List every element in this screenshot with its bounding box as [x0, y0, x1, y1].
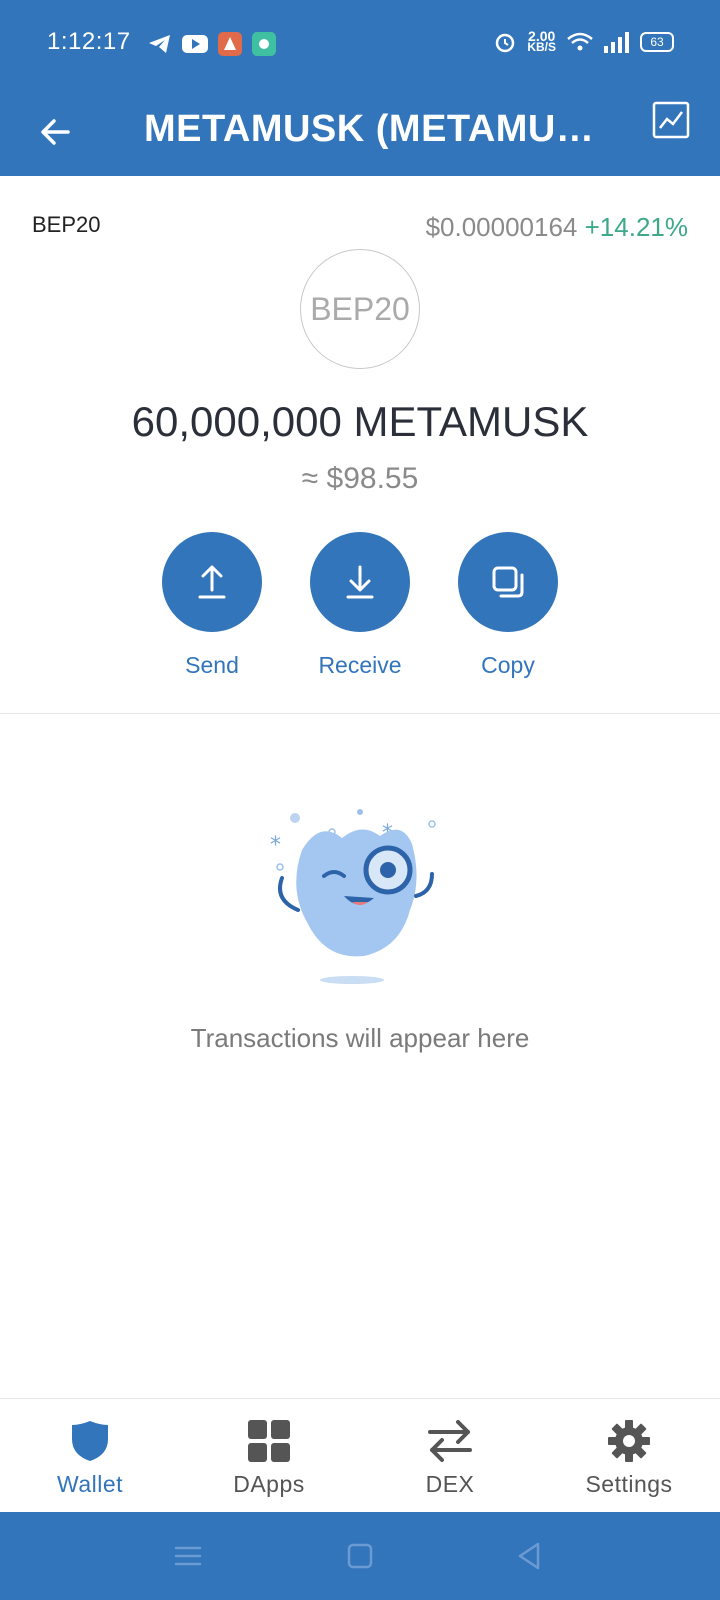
- empty-state-mascot-icon: * *: [270, 809, 436, 984]
- network-label: BEP20: [32, 212, 101, 237]
- tab-dex[interactable]: DEX: [380, 1417, 520, 1498]
- tab-dex-label: DEX: [425, 1471, 475, 1497]
- notification-icons: [148, 32, 276, 56]
- divider: [0, 713, 720, 714]
- token-logo-text: BEP20: [310, 290, 410, 327]
- tab-settings[interactable]: Settings: [559, 1417, 699, 1498]
- youtube-icon: [182, 35, 208, 53]
- tab-dapps[interactable]: DApps: [199, 1417, 339, 1498]
- app-icon: [218, 32, 242, 56]
- receive-label: Receive: [318, 652, 402, 678]
- send-label: Send: [185, 652, 239, 678]
- copy-icon: [492, 566, 524, 598]
- tab-wallet[interactable]: Wallet: [20, 1417, 160, 1498]
- system-nav-bar: [0, 1512, 720, 1600]
- back-triangle-icon[interactable]: [512, 1538, 548, 1574]
- home-icon[interactable]: [342, 1538, 378, 1574]
- status-time: 1:12:17: [47, 28, 131, 55]
- tab-wallet-label: Wallet: [56, 1471, 124, 1497]
- token-logo: BEP20: [300, 249, 420, 369]
- empty-transactions-message: Transactions will appear here: [190, 1023, 530, 1053]
- upload-arrow-icon: [198, 565, 226, 599]
- send-circle[interactable]: [162, 532, 262, 632]
- bottom-tab-bar: Wallet DApps DEX Settings: [0, 1398, 720, 1513]
- telegram-icon: [149, 35, 170, 53]
- token-price: $0.00000164: [425, 212, 578, 242]
- line-chart-icon[interactable]: [652, 101, 690, 139]
- back-arrow-icon[interactable]: [34, 110, 78, 154]
- copy-button[interactable]: Copy: [453, 532, 563, 679]
- download-arrow-icon: [346, 565, 374, 599]
- status-bar: 1:12:17 2.00 KB/S 63: [0, 0, 720, 88]
- token-balance: 60,000,000 METAMUSK: [131, 398, 589, 445]
- menu-icon[interactable]: [170, 1538, 206, 1574]
- receive-circle[interactable]: [310, 532, 410, 632]
- wifi-icon: [567, 32, 593, 51]
- battery-icon: 63: [640, 32, 674, 52]
- tab-settings-label: Settings: [585, 1471, 673, 1497]
- fiat-value: ≈ $98.55: [301, 462, 419, 495]
- battery-level: 63: [650, 35, 664, 49]
- copy-circle[interactable]: [458, 532, 558, 632]
- svg-text:*: *: [270, 833, 281, 858]
- alarm-icon: [496, 33, 515, 53]
- swap-arrows-icon: [428, 1420, 472, 1462]
- tab-dapps-label: DApps: [233, 1471, 305, 1497]
- gear-icon: [608, 1420, 650, 1462]
- app-icon-2: [252, 32, 276, 56]
- app-bar: METAMUSK (METAMUSK): [0, 88, 720, 176]
- price-change: +14.21%: [584, 212, 688, 242]
- price-info: $0.00000164 +14.21%: [426, 212, 688, 243]
- signal-icon: [604, 32, 629, 53]
- copy-label: Copy: [481, 652, 535, 678]
- receive-button[interactable]: Receive: [305, 532, 415, 679]
- grid-icon: [248, 1420, 290, 1462]
- shield-icon: [72, 1421, 108, 1461]
- network-speed: 2.00 KB/S: [527, 28, 556, 54]
- page-title: METAMUSK (METAMUSK): [144, 108, 604, 150]
- system-icons: 2.00 KB/S 63: [493, 28, 674, 54]
- send-button[interactable]: Send: [157, 532, 267, 679]
